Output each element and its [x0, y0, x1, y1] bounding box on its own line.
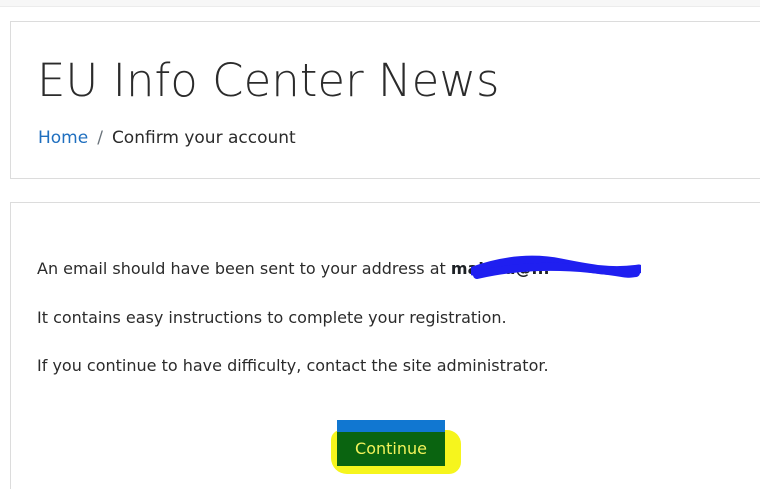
- page: EU Info Center News Home / Confirm your ac…: [0, 0, 760, 489]
- page-header: EU Info Center News Home / Confirm your ac…: [10, 21, 760, 179]
- breadcrumb: Home / Confirm your account: [38, 126, 296, 150]
- redaction-scribble: [471, 255, 641, 279]
- breadcrumb-separator: /: [97, 128, 103, 148]
- top-bar: [0, 0, 760, 7]
- confirmation-panel: An email should have been sent to your a…: [10, 202, 760, 489]
- instructions-message: It contains easy instructions to complet…: [37, 308, 507, 327]
- continue-button[interactable]: Continue: [337, 432, 445, 466]
- breadcrumb-home-link[interactable]: Home: [38, 128, 88, 148]
- page-title: EU Info Center News: [37, 54, 500, 107]
- breadcrumb-current: Confirm your account: [111, 128, 296, 148]
- email-sent-text: An email should have been sent to your a…: [37, 259, 446, 278]
- difficulty-message: If you continue to have difficulty, cont…: [37, 356, 549, 375]
- continue-button-area: Continue: [331, 420, 461, 474]
